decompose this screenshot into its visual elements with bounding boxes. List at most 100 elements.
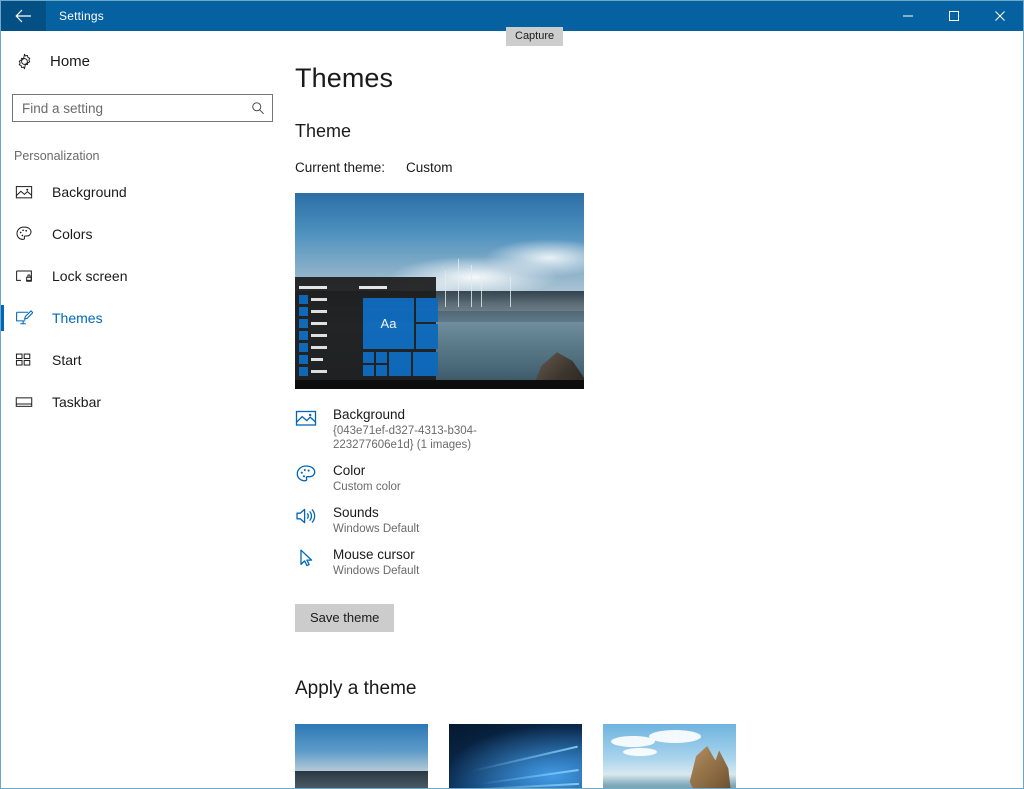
thumbnail-cloud xyxy=(611,736,655,747)
window-title: Settings xyxy=(46,1,104,31)
preview-tile-small xyxy=(376,352,387,363)
capture-tooltip: Capture xyxy=(506,27,563,46)
thumbnail-cloud xyxy=(649,730,701,743)
preview-list-square xyxy=(299,355,308,364)
gear-icon xyxy=(14,53,34,70)
theme-detail-background[interactable]: Background {043e71ef-d327-4313-b304-2232… xyxy=(295,406,1023,452)
preview-list-bar xyxy=(311,298,327,301)
preview-tile-small xyxy=(376,365,387,376)
search-input[interactable] xyxy=(22,101,251,116)
preview-tile-small xyxy=(363,365,374,376)
preview-tile xyxy=(416,324,438,349)
sidebar-item-start[interactable]: Start xyxy=(1,339,286,381)
theme-detail-name: Color xyxy=(333,462,401,480)
sidebar-label-colors: Colors xyxy=(52,226,92,242)
theme-detail-value: Custom color xyxy=(333,480,401,494)
lock-screen-icon xyxy=(14,267,34,285)
theme-detail-value: {043e71ef-d327-4313-b304-223277606e1d} (… xyxy=(333,424,508,452)
sidebar-item-taskbar[interactable]: Taskbar xyxy=(1,381,286,423)
current-theme-label: Current theme: xyxy=(295,160,406,175)
sidebar-label-start: Start xyxy=(52,352,82,368)
back-button[interactable] xyxy=(1,1,46,31)
save-theme-button[interactable]: Save theme xyxy=(295,604,394,632)
picture-icon xyxy=(14,183,34,201)
sidebar-item-themes[interactable]: Themes xyxy=(1,297,286,339)
main-content: Themes Theme Current theme: Custom xyxy=(286,31,1023,789)
preview-list-bar xyxy=(311,358,323,361)
theme-detail-color[interactable]: Color Custom color xyxy=(295,462,1023,494)
preview-list-bar xyxy=(311,346,327,349)
harbor-theme-thumbnail[interactable] xyxy=(295,724,428,789)
apply-theme-title: Apply a theme xyxy=(295,678,1023,700)
maximize-button[interactable] xyxy=(931,1,977,31)
back-arrow-icon xyxy=(15,9,32,23)
thumbnail-light-ray xyxy=(459,783,579,789)
current-theme-row: Current theme: Custom xyxy=(295,160,1023,175)
sidebar-item-lock-screen[interactable]: Lock screen xyxy=(1,255,286,297)
theme-detail-value: Windows Default xyxy=(333,564,419,578)
preview-tile-grid: Aa xyxy=(363,298,438,378)
picture-icon xyxy=(295,406,319,433)
sidebar: Home Personalization xyxy=(1,31,286,789)
window-body: Home Personalization xyxy=(1,31,1023,789)
preview-list-square xyxy=(299,343,308,352)
beach-theme-thumbnail[interactable] xyxy=(603,724,736,789)
theme-section-title: Theme xyxy=(295,121,1023,142)
cursor-icon xyxy=(295,546,319,573)
current-theme-value: Custom xyxy=(406,160,453,175)
search-icon[interactable] xyxy=(251,101,265,115)
theme-details-list: Background {043e71ef-d327-4313-b304-2232… xyxy=(295,406,1023,578)
palette-icon xyxy=(295,462,319,489)
preview-mast xyxy=(445,271,446,307)
sidebar-label-themes: Themes xyxy=(52,310,103,326)
thumbnail-boats xyxy=(295,771,428,789)
theme-thumbnail-row xyxy=(295,724,1023,789)
maximize-icon xyxy=(948,10,960,22)
preview-tile xyxy=(413,352,438,376)
sidebar-item-colors[interactable]: Colors xyxy=(1,213,286,255)
preview-list-bar xyxy=(311,322,327,325)
preview-mast xyxy=(471,265,472,307)
preview-tile-large: Aa xyxy=(363,298,414,349)
preview-start-menu: Aa xyxy=(295,277,436,389)
minimize-button[interactable] xyxy=(885,1,931,31)
settings-window: Settings Capture xyxy=(0,0,1024,789)
preview-taskbar xyxy=(295,380,584,389)
theme-detail-value: Windows Default xyxy=(333,522,419,536)
theme-detail-name: Mouse cursor xyxy=(333,546,419,564)
windows-hero-theme-thumbnail[interactable] xyxy=(449,724,582,789)
sidebar-home-label: Home xyxy=(50,53,90,70)
preview-list-bar xyxy=(311,370,327,373)
taskbar-icon xyxy=(14,393,34,411)
theme-detail-name: Sounds xyxy=(333,504,419,522)
close-icon xyxy=(994,10,1006,22)
sidebar-group-title: Personalization xyxy=(14,149,286,163)
thumbnail-light-ray xyxy=(479,769,578,784)
preview-tile-text: Aa xyxy=(363,298,414,349)
sidebar-item-background[interactable]: Background xyxy=(1,171,286,213)
sidebar-label-lock-screen: Lock screen xyxy=(52,268,127,284)
search-box[interactable] xyxy=(12,94,273,122)
close-button[interactable] xyxy=(977,1,1023,31)
themes-icon xyxy=(14,309,34,327)
preview-mast xyxy=(481,273,482,307)
preview-list-square xyxy=(299,331,308,340)
preview-list-bar xyxy=(299,286,327,289)
preview-list-square xyxy=(299,295,308,304)
minimize-icon xyxy=(902,10,914,22)
preview-list-square xyxy=(299,307,308,316)
preview-tile xyxy=(416,298,438,322)
palette-icon xyxy=(14,225,34,243)
preview-list-bar xyxy=(311,334,327,337)
page-title: Themes xyxy=(295,63,1023,94)
sidebar-item-home[interactable]: Home xyxy=(1,43,286,79)
sidebar-label-background: Background xyxy=(52,184,127,200)
thumbnail-rock xyxy=(686,746,732,789)
preview-tile-small xyxy=(363,352,374,363)
theme-detail-name: Background xyxy=(333,406,508,424)
preview-tile xyxy=(389,352,411,376)
preview-list-square xyxy=(299,319,308,328)
theme-detail-mouse-cursor[interactable]: Mouse cursor Windows Default xyxy=(295,546,1023,578)
theme-detail-sounds[interactable]: Sounds Windows Default xyxy=(295,504,1023,536)
window-controls xyxy=(885,1,1023,31)
